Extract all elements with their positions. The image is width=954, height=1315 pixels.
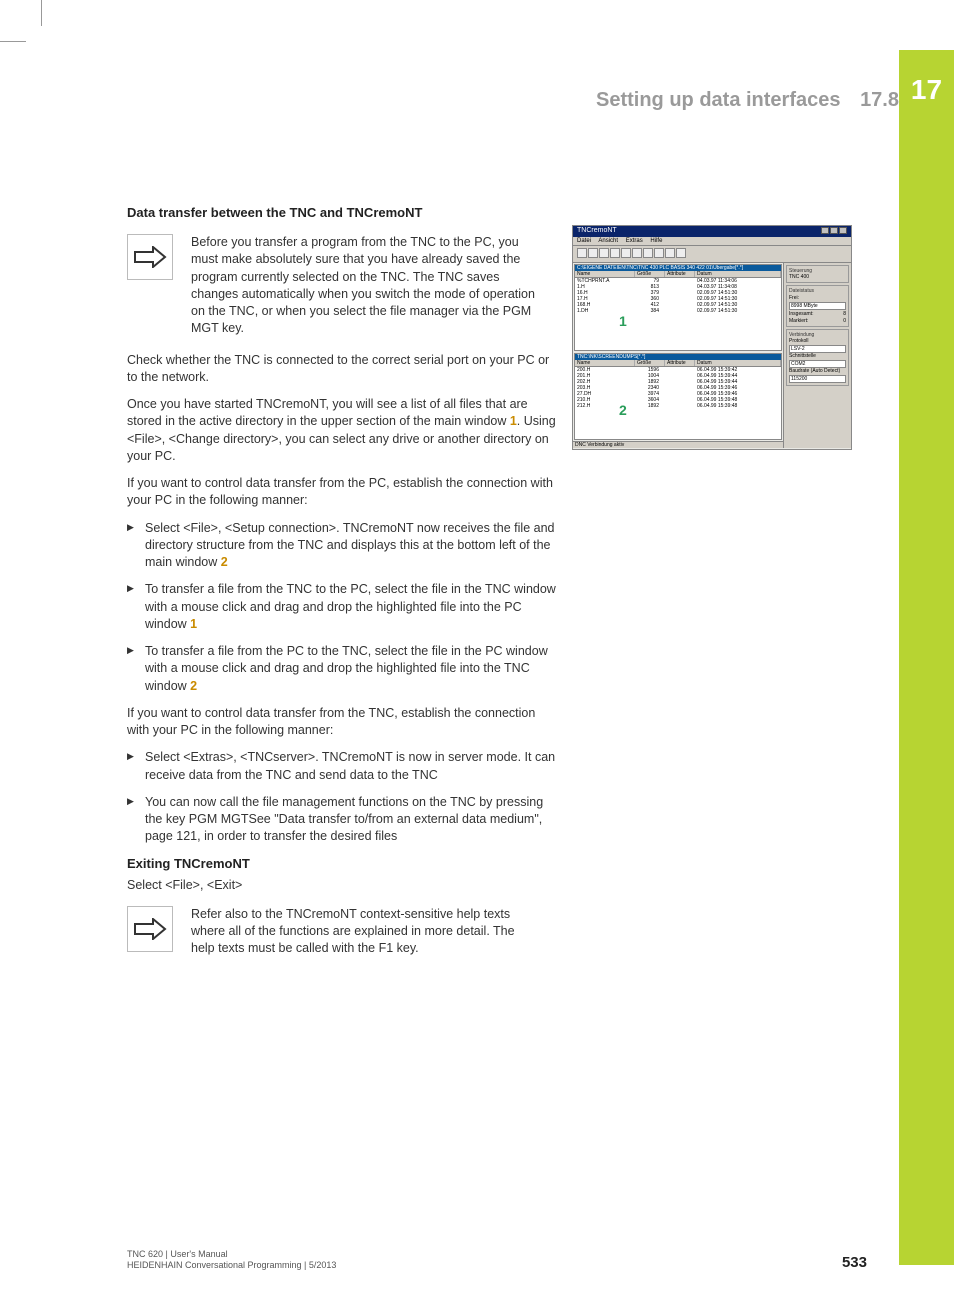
column-headers: Name Größe Attribute Datum — [575, 360, 781, 367]
header-title: Setting up data interfaces — [596, 89, 841, 111]
menu-item: Extras — [626, 238, 643, 244]
footer-line: HEIDENHAIN Conversational Programming | … — [127, 1260, 336, 1271]
crop-mark — [0, 41, 26, 42]
file-table: 200.H159606.04.99 15:39:42201.H100406.04… — [575, 367, 781, 409]
callout-number: 2 — [619, 402, 627, 418]
body-paragraph: If you want to control data transfer fro… — [127, 475, 557, 510]
body-paragraph: Check whether the TNC is connected to th… — [127, 352, 557, 387]
window-buttons — [820, 227, 847, 236]
body-paragraph: Once you have started TNCremoNT, you wil… — [127, 396, 557, 465]
section-heading: Data transfer between the TNC and TNCrem… — [127, 205, 557, 220]
text-run: To transfer a file from the TNC to the P… — [145, 582, 556, 631]
footer-line: TNC 620 | User's Manual — [127, 1249, 336, 1260]
menu-item: Ansicht — [598, 238, 618, 244]
file-pane-bottom: TNC:\NK\SCREENDUMPS[*.*] Name Größe Attr… — [574, 353, 782, 440]
running-header: Setting up data interfaces 17.8 — [429, 89, 899, 112]
body-paragraph: Select <File>, <Exit> — [127, 877, 557, 894]
list-item: You can now call the file management fun… — [127, 794, 557, 846]
status-bar: DNC Verbindung aktiv — [573, 441, 783, 448]
menu-bar: Datei Ansicht Extras Hilfe — [573, 237, 851, 246]
step-list: Select <File>, <Setup connection>. TNCre… — [127, 520, 557, 695]
column-headers: Name Größe Attribute Datum — [575, 271, 781, 278]
file-table: %TCHPRNT.A7904.03.97 11:34:061.H81304.03… — [575, 278, 781, 314]
note-text: Refer also to the TNCremoNT context-sens… — [191, 906, 537, 958]
highlight-number: 2 — [190, 679, 197, 693]
text-run: To transfer a file from the PC to the TN… — [145, 644, 548, 693]
list-item: To transfer a file from the TNC to the P… — [127, 581, 557, 633]
arrow-note-icon — [127, 234, 173, 280]
subsection-heading: Exiting TNCremoNT — [127, 856, 557, 871]
menu-item: Hilfe — [650, 238, 662, 244]
table-row: 1.DH38402.09.97 14:51:30 — [575, 308, 781, 314]
window-titlebar: TNCremoNT — [573, 226, 851, 237]
highlight-number: 2 — [221, 555, 228, 569]
text-run: Select <File>, <Setup connection>. TNCre… — [145, 521, 554, 570]
table-row: 212.H189206.04.99 15:39:48 — [575, 403, 781, 409]
toolbar — [573, 246, 851, 263]
body-paragraph: If you want to control data transfer fro… — [127, 705, 557, 740]
side-panel: Steuerung TNC 400 Dateistatus Frei: 8998… — [783, 263, 851, 448]
footer-meta: TNC 620 | User's Manual HEIDENHAIN Conve… — [127, 1249, 336, 1272]
embedded-screenshot: TNCremoNT Datei Ansicht Extras Hilfe C:\… — [572, 225, 852, 450]
highlight-number: 1 — [510, 414, 517, 428]
page-number: 533 — [842, 1254, 867, 1271]
highlight-number: 1 — [190, 617, 197, 631]
list-item: Select <File>, <Setup connection>. TNCre… — [127, 520, 557, 572]
chapter-side-tab: 17 — [899, 50, 954, 1265]
window-title: TNCremoNT — [577, 227, 617, 236]
note-box: Before you transfer a program from the T… — [127, 234, 557, 338]
menu-item: Datei — [577, 238, 591, 244]
list-item: To transfer a file from the PC to the TN… — [127, 643, 557, 695]
chapter-number: 17 — [899, 50, 954, 106]
callout-number: 1 — [619, 313, 627, 329]
note-box: Refer also to the TNCremoNT context-sens… — [127, 906, 557, 958]
crop-mark — [41, 0, 42, 26]
header-section-number: 17.8 — [860, 89, 899, 111]
step-list: Select <Extras>, <TNCserver>. TNCremoNT … — [127, 749, 557, 845]
text-run: Once you have started TNCremoNT, you wil… — [127, 397, 528, 428]
page-footer: TNC 620 | User's Manual HEIDENHAIN Conve… — [127, 1249, 867, 1272]
arrow-note-icon — [127, 906, 173, 952]
list-item: Select <Extras>, <TNCserver>. TNCremoNT … — [127, 749, 557, 784]
note-text: Before you transfer a program from the T… — [191, 234, 537, 338]
file-pane-top: C:\EIGENE DATEIEN\TNC\TNC 430 PLC BASIS … — [574, 264, 782, 351]
